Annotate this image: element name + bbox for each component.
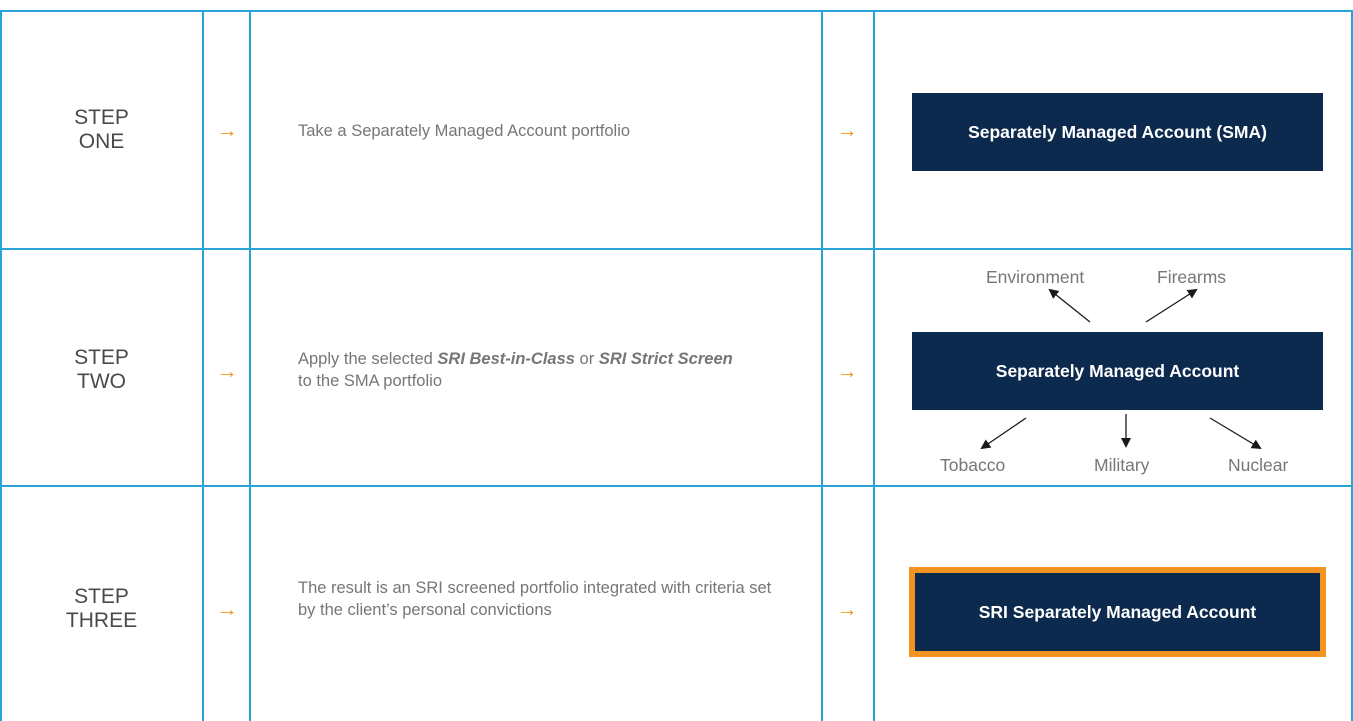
screen-label-tobacco: Tobacco <box>940 455 1006 475</box>
column-divider <box>1351 10 1353 721</box>
screen-option-strict-screen: SRI Strict Screen <box>598 350 733 368</box>
sma-box: Separately Managed Account <box>912 332 1323 410</box>
right-arrow-icon: → <box>836 119 858 142</box>
step-three-label: STEP THREE <box>0 585 203 633</box>
step-one-description: Take a Separately Managed Account portfo… <box>298 122 631 140</box>
sri-sma-box: SRI Separately Managed Account <box>909 567 1326 657</box>
right-arrow-icon: → <box>216 360 238 383</box>
right-arrow-icon: → <box>216 119 238 142</box>
step-number: ONE <box>78 130 125 153</box>
description-text: to the SMA portfolio <box>298 372 442 390</box>
step-word: STEP <box>74 346 129 369</box>
step-one-label: STEP ONE <box>0 106 203 154</box>
row-divider <box>0 248 1353 250</box>
description-text: or <box>574 350 599 368</box>
right-arrow-icon: → <box>216 598 238 621</box>
step-three-description: The result is an SRI screened portfolio … <box>298 579 772 619</box>
step-two-description: Apply the selected SRI Best-in-Class or … <box>298 348 738 392</box>
screen-label-environment: Environment <box>986 267 1085 287</box>
description-text: Apply the selected <box>298 350 438 368</box>
step-number: TWO <box>77 370 126 393</box>
screen-label-firearms: Firearms <box>1157 267 1227 287</box>
right-arrow-icon: → <box>836 598 858 621</box>
row-divider <box>0 10 1353 12</box>
step-two-label: STEP TWO <box>0 346 203 394</box>
screen-option-best-in-class: SRI Best-in-Class <box>437 350 575 368</box>
row-divider <box>0 485 1353 487</box>
sma-box: Separately Managed Account (SMA) <box>912 93 1323 171</box>
right-arrow-icon: → <box>836 360 858 383</box>
screen-label-nuclear: Nuclear <box>1228 455 1289 475</box>
screen-label-military: Military <box>1094 455 1150 475</box>
step-word: STEP <box>74 585 129 608</box>
column-divider <box>873 10 875 721</box>
step-word: STEP <box>74 106 129 129</box>
step-number: THREE <box>65 609 138 632</box>
